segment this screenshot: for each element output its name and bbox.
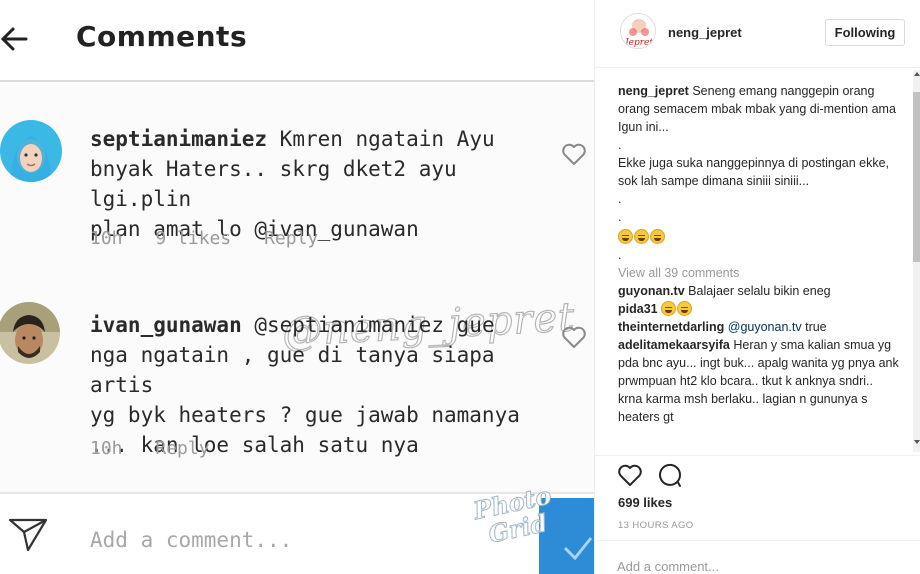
screenshot-title: Comments [76,20,248,53]
post-panel: Jepret neng_jepret Following neng_jepret… [594,0,920,574]
comment-username[interactable]: guyonan.tv [618,284,685,298]
comment-text: true [805,320,827,334]
caption-line: . [618,138,622,152]
heart-icon [562,143,586,165]
post-timestamp: 13 HOURS AGO [618,520,694,531]
scrollbar-thumb[interactable] [913,92,920,262]
post-username[interactable]: neng_jepret [668,25,742,40]
screenshot-comment-meta: 10h 9 likes Reply [90,228,340,249]
scroll-up-arrow-icon[interactable] [914,72,920,76]
grimace-emoji-icon [677,301,693,316]
list-item: theinternetdarling @guyonan.tv true [618,318,900,336]
comment-likes: 9 likes [155,228,232,249]
comment-time: 10h [90,228,123,249]
comment-reply: Reply [264,228,319,249]
caption-line: . [618,248,622,262]
svg-text:Jepret: Jepret [623,38,653,48]
caption-emojis [618,228,900,246]
screenshot-comment-text: septianimaniez Kmren ngatain Ayu bnyak H… [90,127,495,241]
comment-username[interactable]: theinternetdarling [618,320,724,334]
add-comment-input[interactable] [617,557,907,574]
caption-line: Ekke juga suka nanggepinnya di postingan… [618,156,890,188]
comment-bubble-icon[interactable] [657,462,683,488]
screenshot-comment-meta: 10h Reply [90,438,232,459]
heart-icon [562,326,586,348]
caption-username[interactable]: neng_jepret [618,84,689,98]
screenshot-add-comment-placeholder: Add a comment... [90,528,293,552]
avatar [0,302,60,364]
comments-screenshot-image: Comments septianimaniez Kmren ngatain Ay… [0,0,594,574]
screenshot-comment-feed: septianimaniez Kmren ngatain Ayu bnyak H… [0,84,594,492]
like-count[interactable]: 699 likes [618,495,672,510]
screenshot-header: Comments [0,0,594,82]
grimace-emoji-icon [650,229,665,244]
avatar [0,120,62,182]
grimace-emoji-icon [618,229,633,244]
post-actions: 699 likes 13 HOURS AGO [595,455,920,540]
scroll-down-arrow-icon[interactable] [914,440,920,444]
send-icon [8,518,48,552]
post-header: Jepret neng_jepret Following [595,0,920,68]
comment-username[interactable]: adelitamekaarsyifa [618,338,730,352]
comment-username: septianimaniez [90,127,268,151]
caption-line: . [618,192,622,206]
grimace-emoji-icon [661,301,677,316]
caption-line: . [618,210,622,224]
comments-scrollbar[interactable] [913,70,920,452]
mention-link[interactable]: @guyonan.tv [728,320,802,334]
back-arrow-icon [0,27,28,51]
view-all-comments-link[interactable]: View all 39 comments [618,264,900,282]
comment-username[interactable]: pida31 [618,302,658,316]
comments-list: neng_jepret Seneng emang nanggepin orang… [618,82,900,454]
list-item: pida31 [618,300,900,318]
add-comment-bar [595,540,920,574]
like-heart-icon[interactable] [617,463,643,487]
caption: neng_jepret Seneng emang nanggepin orang… [618,82,900,136]
profile-avatar[interactable]: Jepret [620,13,656,49]
comment-text: Balajaer selalu bikin eneg [688,284,831,298]
grimace-emoji-icon [634,229,649,244]
comment-username: ivan_gunawan [90,313,242,337]
list-item: adelitamekaarsyifa Heran y sma kalian sm… [618,336,900,426]
following-button[interactable]: Following [825,19,905,46]
list-item: guyonan.tv Balajaer selalu bikin eneg [618,282,900,300]
comment-reply: Reply [155,438,210,459]
comment-time: 10h [90,438,123,459]
